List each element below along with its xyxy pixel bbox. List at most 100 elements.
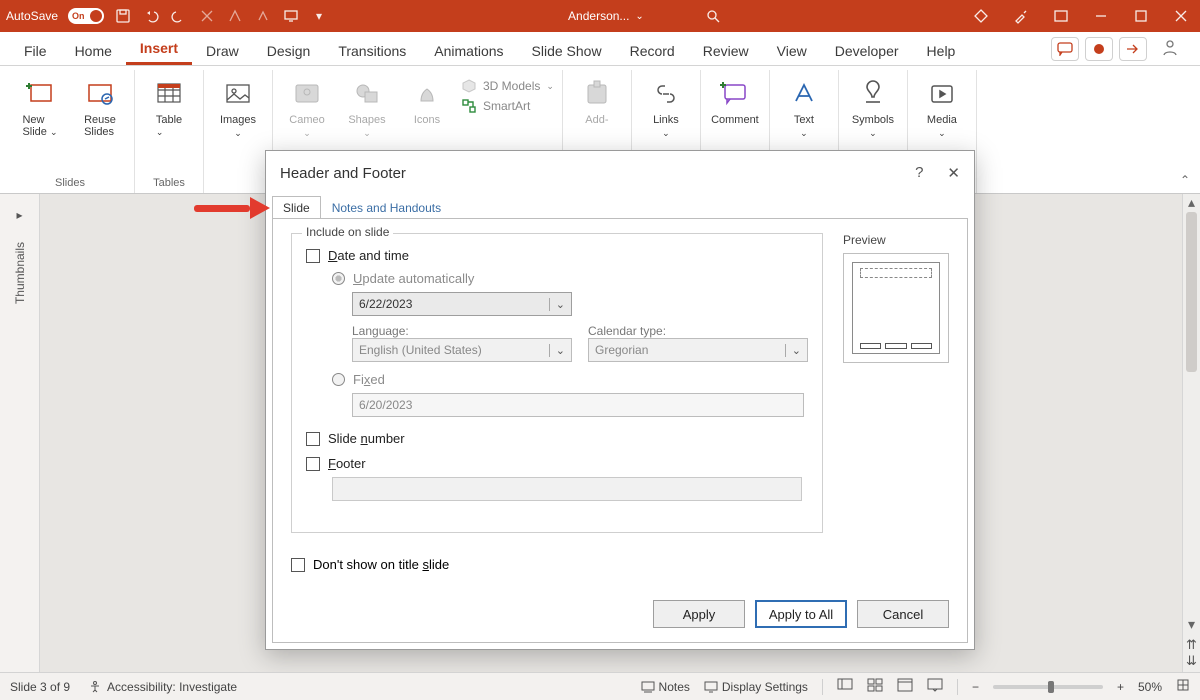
tab-draw[interactable]: Draw <box>192 37 253 65</box>
window-icon[interactable] <box>1052 7 1070 25</box>
search-icon[interactable] <box>704 7 722 25</box>
fixed-label: Fixed <box>353 372 385 387</box>
update-auto-radio[interactable] <box>332 272 345 285</box>
slide-counter[interactable]: Slide 3 of 9 <box>10 680 70 694</box>
tab-transitions[interactable]: Transitions <box>324 37 420 65</box>
maximize-icon[interactable] <box>1132 7 1150 25</box>
scroll-thumb[interactable] <box>1186 212 1197 372</box>
tab-insert[interactable]: Insert <box>126 34 192 65</box>
fit-window-icon[interactable] <box>1176 678 1190 695</box>
cancel-button[interactable]: Cancel <box>857 600 949 628</box>
images-button[interactable]: Images⌄ <box>212 70 264 139</box>
vertical-scrollbar[interactable]: ▴ ▾ ⇈⇊ <box>1182 194 1200 672</box>
dont-show-checkbox[interactable] <box>291 558 305 572</box>
links-button[interactable]: Links⌄ <box>640 70 692 139</box>
tab-file[interactable]: File <box>10 37 61 65</box>
view-reading-icon[interactable] <box>897 678 913 695</box>
reuse-slides-button[interactable]: ReuseSlides <box>74 70 126 138</box>
tab-animations[interactable]: Animations <box>420 37 517 65</box>
new-slide-icon <box>22 76 58 112</box>
icons-button[interactable]: Icons <box>401 70 453 139</box>
accessibility-status[interactable]: Accessibility: Investigate <box>88 680 237 694</box>
redo-icon[interactable] <box>170 7 188 25</box>
tab-home[interactable]: Home <box>61 37 126 65</box>
slide-nav-buttons[interactable]: ⇈⇊ <box>1183 634 1200 672</box>
apply-all-button[interactable]: Apply to All <box>755 600 847 628</box>
table-button[interactable]: Table⌄ <box>143 70 195 138</box>
cameo-icon <box>289 76 325 112</box>
title-bar: AutoSave On ▾ Anderson... ⌄ <box>0 0 1200 32</box>
undo-icon[interactable] <box>142 7 160 25</box>
text-button[interactable]: Text⌄ <box>778 70 830 139</box>
date-combo[interactable]: 6/22/2023⌄ <box>352 292 572 316</box>
record-button[interactable] <box>1085 37 1113 61</box>
language-combo[interactable]: English (United States)⌄ <box>352 338 572 362</box>
close-icon[interactable] <box>1172 7 1190 25</box>
account-icon[interactable] <box>1156 33 1184 61</box>
zoom-value[interactable]: 50% <box>1138 680 1162 694</box>
brush-icon[interactable] <box>1012 7 1030 25</box>
addins-button[interactable]: Add- <box>571 70 623 126</box>
dont-show-label: Don't show on title slide <box>313 557 449 572</box>
fixed-input[interactable]: 6/20/2023 <box>352 393 804 417</box>
thumbnail-rail[interactable]: ▸ Thumbnails <box>0 194 40 672</box>
status-bar: Slide 3 of 9 Accessibility: Investigate … <box>0 672 1200 700</box>
date-time-checkbox[interactable] <box>306 249 320 263</box>
shapes-icon <box>349 76 385 112</box>
minimize-icon[interactable] <box>1092 7 1110 25</box>
scroll-up-icon[interactable]: ▴ <box>1183 194 1200 210</box>
comment-button[interactable]: Comment <box>709 70 761 126</box>
zoom-slider[interactable] <box>993 685 1103 689</box>
notes-button[interactable]: Notes <box>641 680 690 694</box>
view-sorter-icon[interactable] <box>867 678 883 695</box>
tab-record[interactable]: Record <box>616 37 689 65</box>
dialog-help-icon[interactable]: ? <box>915 164 923 182</box>
slide-number-label: Slide number <box>328 431 405 446</box>
footer-input[interactable] <box>332 477 802 501</box>
comments-pane-button[interactable] <box>1051 37 1079 61</box>
autosave-toggle[interactable]: On <box>68 8 104 24</box>
zoom-in-button[interactable]: + <box>1117 680 1124 694</box>
document-name[interactable]: Anderson... ⌄ <box>568 9 644 23</box>
zoom-out-button[interactable]: − <box>972 680 979 694</box>
dialog-close-icon[interactable]: ✕ <box>947 164 960 182</box>
dialog-tab-notes[interactable]: Notes and Handouts <box>321 196 452 219</box>
diamond-icon[interactable] <box>972 7 990 25</box>
expand-thumbnails-icon[interactable]: ▸ <box>16 208 22 222</box>
tab-view[interactable]: View <box>763 37 821 65</box>
view-normal-icon[interactable] <box>837 678 853 695</box>
share-button[interactable] <box>1119 37 1147 61</box>
update-auto-label: Update automatically <box>353 271 474 286</box>
qat-icon-3[interactable] <box>254 7 272 25</box>
calendar-combo[interactable]: Gregorian⌄ <box>588 338 808 362</box>
collapse-ribbon-icon[interactable]: ⌃ <box>1180 173 1190 187</box>
slide-number-checkbox[interactable] <box>306 432 320 446</box>
display-settings-button[interactable]: Display Settings <box>704 680 808 694</box>
cameo-button[interactable]: Cameo⌄ <box>281 70 333 139</box>
fixed-radio[interactable] <box>332 373 345 386</box>
new-slide-button[interactable]: NewSlide ⌄ <box>14 70 66 138</box>
media-button[interactable]: Media⌄ <box>916 70 968 139</box>
scroll-down-icon[interactable]: ▾ <box>1183 616 1200 632</box>
tab-review[interactable]: Review <box>689 37 763 65</box>
qat-more-icon[interactable]: ▾ <box>310 7 328 25</box>
tab-developer[interactable]: Developer <box>821 37 913 65</box>
apply-button[interactable]: Apply <box>653 600 745 628</box>
save-icon[interactable] <box>114 7 132 25</box>
callout-arrow <box>194 198 270 218</box>
3d-models-button[interactable]: 3D Models ⌄ <box>461 78 554 94</box>
view-slideshow-icon[interactable] <box>927 678 943 695</box>
smartart-button[interactable]: SmartArt <box>461 98 554 114</box>
present-icon[interactable] <box>282 7 300 25</box>
tab-help[interactable]: Help <box>913 37 970 65</box>
shapes-button[interactable]: Shapes⌄ <box>341 70 393 139</box>
comment-icon <box>717 76 753 112</box>
dialog-tab-slide[interactable]: Slide <box>272 196 321 219</box>
symbols-button[interactable]: Symbols⌄ <box>847 70 899 139</box>
qat-icon-1[interactable] <box>198 7 216 25</box>
qat-icon-2[interactable] <box>226 7 244 25</box>
footer-checkbox[interactable] <box>306 457 320 471</box>
symbols-icon <box>855 76 891 112</box>
tab-design[interactable]: Design <box>253 37 325 65</box>
tab-slideshow[interactable]: Slide Show <box>518 37 616 65</box>
